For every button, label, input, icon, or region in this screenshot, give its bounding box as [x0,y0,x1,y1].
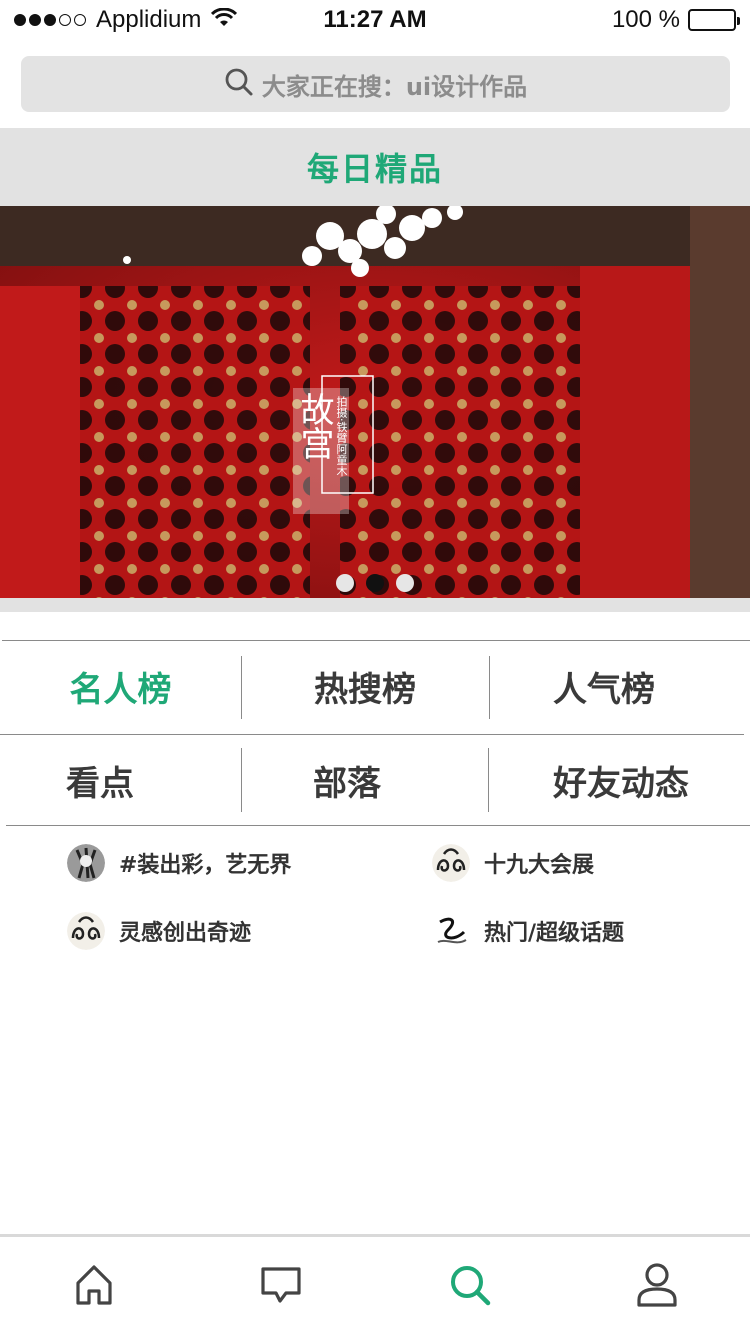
grid-row-1: 名人榜 热搜榜 人气榜 [0,640,750,733]
grid-divider [6,825,750,826]
pattern-avatar-icon [67,912,105,950]
tab-friend-activity[interactable]: 好友动态 [488,734,750,827]
tab-hot-search-rank[interactable]: 热搜榜 [241,640,489,733]
status-bar: Applidium 11:27 AM 100 % [0,0,750,40]
battery-icon [688,9,740,31]
profile-icon [636,1262,678,1312]
banner-image [0,206,750,598]
banner-caption: 拍摄·铁臂阿童木 [335,396,348,477]
grid-row-2: 看点 部落 好友动态 [0,734,750,827]
home-icon [74,1263,114,1311]
topic-label: 十九大会展 [484,853,595,878]
banner-carousel[interactable]: 故宫 拍摄·铁臂阿童木 [0,206,750,598]
ink-avatar-icon [432,912,470,950]
carousel-dot-active[interactable] [366,574,384,592]
search-placeholder: 大家正在搜：ui设计作品 [261,72,528,101]
banner-title: 故宫 [294,392,334,460]
zebra-avatar-icon [67,844,105,882]
daily-picks-header: 每日精品 [0,128,750,206]
message-icon [260,1265,302,1309]
tab-highlights[interactable]: 看点 [0,734,200,827]
tab-home[interactable] [64,1257,124,1317]
search-bar[interactable]: 大家正在搜：ui设计作品 [21,56,730,112]
tab-profile[interactable] [627,1257,687,1317]
search-icon [448,1263,492,1311]
carousel-indicators [0,574,750,592]
bottom-tab-bar [0,1234,750,1334]
topic-label: 热门/超级话题 [484,921,625,946]
topic-item[interactable]: 热门/超级话题 [432,912,624,950]
tab-popularity-rank[interactable]: 人气榜 [489,640,719,733]
section-title: 每日精品 [306,150,443,188]
carousel-dot[interactable] [336,574,354,592]
topic-item[interactable]: 灵感创出奇迹 [67,912,251,950]
topic-item[interactable]: 十九大会展 [432,844,594,882]
status-right: 100 % [611,6,740,34]
tab-messages[interactable] [251,1257,311,1317]
topic-item[interactable]: #装出彩，艺无界 [67,844,291,882]
search-icon [224,67,254,101]
tab-celebrity-rank[interactable]: 名人榜 [0,640,241,733]
pattern-avatar-icon [432,844,470,882]
carousel-dot[interactable] [396,574,414,592]
battery-percent: 100 % [611,6,680,33]
topic-label: 灵感创出奇迹 [119,921,252,946]
topic-label: #装出彩，艺无界 [119,853,292,878]
tab-tribe[interactable]: 部落 [241,734,453,827]
banner-divider [0,598,750,612]
tab-search[interactable] [440,1257,500,1317]
